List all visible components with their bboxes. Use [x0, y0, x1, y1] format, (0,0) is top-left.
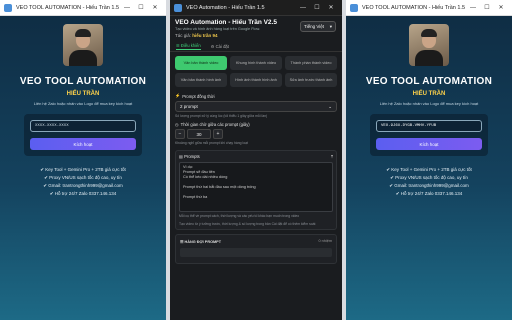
mode-grid: Văn bản thành video Khung hình thành vid…: [170, 52, 342, 91]
feature-list: ✔ Key Tool + Gemini Pro + 2TB giá cực tố…: [386, 166, 472, 198]
feature-item: ✔ Gmail: trantrongthinh999@gmail.com: [389, 183, 469, 188]
concurrent-hint: Số lượng prompt xử lý cùng lúc (tối thiể…: [175, 114, 268, 118]
maximize-icon[interactable]: ☐: [480, 4, 494, 11]
queue-label: ☰ HÀNG ĐỢI PROMPT: [180, 240, 222, 244]
tab-settings[interactable]: ⚙ Cài đặt: [211, 44, 229, 50]
mode-text-to-image[interactable]: Văn bản thành hình ảnh: [175, 73, 227, 87]
license-key-input[interactable]: VEO-9J6U-DYGB-VMHV-YFUB: [376, 120, 482, 132]
feature-list: ✔ Key Tool + Gemini Pro + 2TB giá cực tố…: [40, 166, 126, 198]
app-icon: [174, 3, 182, 12]
clock-icon: ◷: [175, 122, 179, 127]
chevron-down-icon: ▾: [329, 23, 332, 29]
close-icon[interactable]: ✕: [148, 4, 162, 11]
feature-item: ✔ Gmail: trantrongthinh999@gmail.com: [43, 183, 123, 188]
lightning-icon: ⚡: [175, 93, 181, 98]
chevron-down-icon: ⌄: [328, 103, 332, 109]
decrement-button[interactable]: −: [175, 129, 185, 139]
maximize-icon[interactable]: ☐: [134, 4, 148, 11]
close-icon[interactable]: ✕: [324, 4, 338, 11]
key-card: XXXX-XXXX-XXXX Kích hoạt: [24, 114, 142, 156]
upload-icon[interactable]: ⤒: [331, 154, 333, 159]
window-title: VEO TOOL AUTOMATION - Hiếu Trần 1.5: [362, 4, 466, 11]
mode-frames-to-video[interactable]: Khung hình thành video: [230, 56, 282, 70]
contact-text: Liên hệ Zalo hoặc nhấn vào Logo để mua k…: [379, 101, 479, 106]
close-icon[interactable]: ✕: [494, 4, 508, 11]
delay-section: ◷ Thời gian chờ giữa các prompt (giây) − …: [170, 120, 342, 147]
minimize-icon[interactable]: —: [120, 5, 134, 11]
queue-bar: [180, 248, 332, 257]
feature-item: ✔ Proxy VN/US sạch tốc độ cao, uy tín: [390, 175, 468, 180]
concurrent-label: Prompt đồng thời: [182, 93, 215, 99]
concurrent-select[interactable]: 2 prompt ⌄: [175, 101, 337, 112]
author-name: HIẾU TRẦN: [66, 91, 100, 97]
language-select[interactable]: Tiếng Việt ▾: [300, 21, 336, 32]
author-logo[interactable]: [409, 24, 449, 66]
document-icon: ▤: [179, 154, 183, 159]
activate-button[interactable]: Kích hoạt: [376, 138, 482, 150]
maximize-icon[interactable]: ☐: [310, 4, 324, 11]
login-window-left: VEO TOOL AUTOMATION - Hiếu Trần 1.5 — ☐ …: [0, 0, 166, 320]
concurrent-section: ⚡ Prompt đồng thời 2 prompt ⌄ Số lượng pr…: [170, 91, 342, 120]
author-logo[interactable]: [63, 24, 103, 66]
minimize-icon[interactable]: —: [466, 5, 480, 11]
mode-image-to-image[interactable]: Hình ảnh thành hình ảnh: [230, 73, 282, 87]
app-header: VEO Automation - Hiếu Trần V2.5 Tạo vide…: [170, 16, 342, 42]
contact-text: Liên hệ Zalo hoặc nhấn vào Logo để mua k…: [33, 101, 133, 106]
feature-item: ✔ Key Tool + Gemini Pro + 2TB giá cực tố…: [40, 167, 126, 172]
prompts-card: ▤ Prompts ⤒ Ví dụ: Prompt sẽ đầu tiên Có…: [175, 150, 337, 230]
license-key-input[interactable]: XXXX-XXXX-XXXX: [30, 120, 136, 132]
app-name: VEO TOOL AUTOMATION: [19, 76, 147, 87]
title-bar: VEO Automation - Hiếu Trần 1.5 — ☐ ✕: [170, 0, 342, 16]
feature-item: ✔ Hỗ trợ 24/7 Zalo 0337.146.134: [395, 191, 463, 196]
key-card: VEO-9J6U-DYGB-VMHV-YFUB Kích hoạt: [370, 114, 488, 156]
feature-item: ✔ Hỗ trợ 24/7 Zalo 0337.146.134: [49, 191, 117, 196]
list-icon: ☰: [180, 240, 184, 244]
queue-count: 0 nhiệm: [318, 239, 332, 243]
prompts-hint-secondary: Tạo video từ ý tưởng trước, thời lượng &…: [179, 222, 316, 226]
prompts-hint: Mỗi cụ thể về prompt cách, thời lượng và…: [179, 214, 300, 218]
increment-button[interactable]: +: [213, 129, 223, 139]
delay-input[interactable]: 30: [187, 129, 211, 139]
author-line: Tác giả: hiếu trần 94: [175, 33, 218, 38]
tab-control[interactable]: ☰ Điều khiển: [176, 43, 201, 50]
title-bar: VEO TOOL AUTOMATION - Hiếu Trần 1.5 — ☐ …: [346, 0, 512, 16]
login-window-right: VEO TOOL AUTOMATION - Hiếu Trần 1.5 — ☐ …: [346, 0, 512, 320]
prompt-queue: ☰ HÀNG ĐỢI PROMPT 0 nhiệm: [175, 234, 337, 264]
mode-text-to-video[interactable]: Văn bản thành video: [175, 56, 227, 70]
activate-button[interactable]: Kích hoạt: [30, 138, 136, 150]
mode-edit-image[interactable]: Sửa ảnh trước thành ảnh: [285, 73, 337, 87]
feature-item: ✔ Proxy VN/US sạch tốc độ cao, uy tín: [44, 175, 122, 180]
app-icon: [4, 3, 12, 12]
title-bar: VEO TOOL AUTOMATION - Hiếu Trần 1.5 — ☐ …: [0, 0, 166, 16]
mode-ingredients-to-video[interactable]: Thành phần thành video: [285, 56, 337, 70]
window-title: VEO TOOL AUTOMATION - Hiếu Trần 1.5: [16, 4, 120, 11]
delay-label: Thời gian chờ giữa các prompt (giây): [180, 122, 250, 127]
tab-bar: ☰ Điều khiển ⚙ Cài đặt: [170, 42, 342, 52]
minimize-icon[interactable]: —: [296, 5, 310, 11]
author-name: hiếu trần 94: [192, 33, 218, 38]
prompts-label: ▤ Prompts: [179, 154, 200, 159]
window-title: VEO Automation - Hiếu Trần 1.5: [186, 4, 265, 11]
app-name: VEO TOOL AUTOMATION: [365, 76, 493, 87]
delay-stepper: − 30 +: [175, 129, 337, 139]
app-icon: [350, 3, 358, 12]
main-window: VEO Automation - Hiếu Trần 1.5 — ☐ ✕ VEO…: [170, 0, 342, 320]
author-name: HIẾU TRẦN: [412, 91, 446, 97]
prompts-textarea[interactable]: Ví dụ: Prompt sẽ đầu tiên Có thể kéo dài…: [179, 162, 333, 212]
delay-hint: Khoảng nghỉ giữa mỗi prompt khi chạy hàn…: [175, 141, 248, 145]
feature-item: ✔ Key Tool + Gemini Pro + 2TB giá cực tố…: [386, 167, 472, 172]
